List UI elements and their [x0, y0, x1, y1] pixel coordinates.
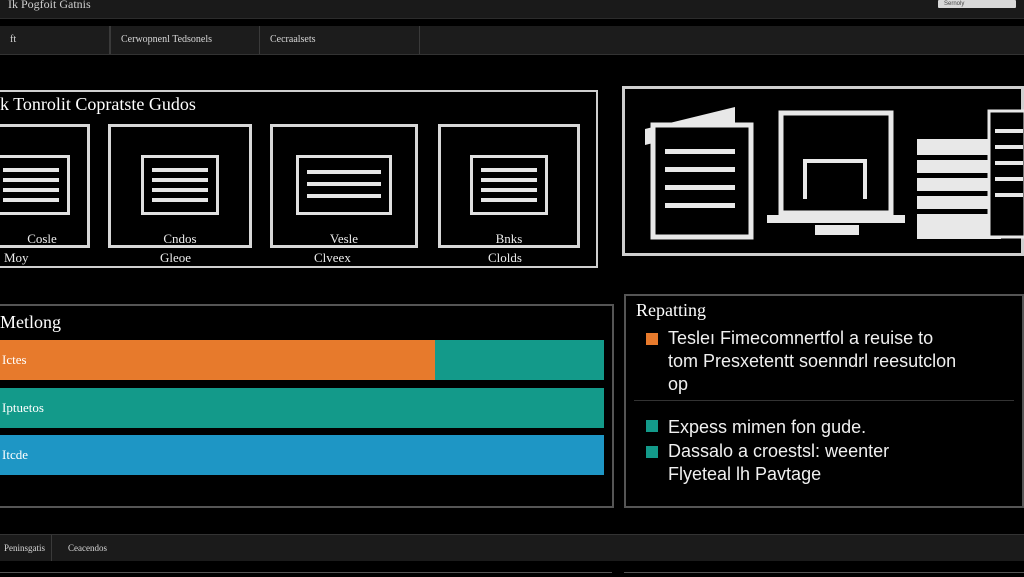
- progress-bar-label: Iptuetos: [2, 400, 44, 415]
- divider: [634, 400, 1014, 401]
- lower-panel-edge: [624, 572, 1024, 577]
- progress-bar-fill: [0, 435, 604, 475]
- guides-panel-title: k Tonrolit Copratste Gudos: [0, 94, 196, 114]
- info-text: Expess mimen fon gude.: [668, 417, 867, 437]
- status-tab-1[interactable]: Peninsgatis: [0, 535, 52, 561]
- title-bar: Ik Pogfoit Gatnis Sernoly: [0, 0, 1024, 19]
- guide-card-label: Vesle: [329, 231, 359, 246]
- legend-swatch: [646, 420, 658, 432]
- document-icon: [470, 155, 548, 215]
- legend-swatch: [646, 333, 658, 345]
- info-text: Tesleı Fimecomnertfol a reuise to: [668, 328, 934, 348]
- status-tab-2[interactable]: Ceacendos: [64, 535, 144, 561]
- tab-1[interactable]: ft: [0, 26, 110, 54]
- progress-bar: Ictes: [0, 340, 604, 380]
- tab-3[interactable]: Cecraalsets: [260, 26, 420, 54]
- lower-panel-edge: [0, 572, 612, 577]
- progress-bar-label: Ictes: [2, 352, 27, 367]
- legend-swatch: [646, 446, 658, 458]
- search-input[interactable]: Sernoly: [938, 0, 1016, 8]
- info-item: Tesleı Fimecomnertfol a reuise to tom Pr…: [668, 327, 956, 396]
- info-text: Flyeteal lh Pavtage: [668, 464, 822, 484]
- info-text: tom Presxetentt soenndrl reesutclon: [668, 351, 957, 371]
- progress-bar-fill: [0, 388, 604, 428]
- document-stack-icon: [645, 107, 754, 240]
- progress-bar: Iptuetos: [0, 388, 604, 428]
- info-item: Dassalo a croestsl: weenter Flyeteal lh …: [668, 440, 889, 486]
- tab-2[interactable]: Cerwopnenl Tedsonels: [110, 26, 260, 54]
- progress-bar-label: Itcde: [2, 447, 28, 462]
- info-text: op: [668, 374, 689, 394]
- guide-card-label: Bnks: [495, 231, 523, 246]
- progress-bar-remaining: [435, 340, 604, 380]
- guide-card-label: Cndos: [163, 231, 197, 246]
- progress-bar-fill: [0, 340, 435, 380]
- guide-card-label: Cosle: [27, 231, 57, 246]
- info-panel-title: Repatting: [636, 300, 706, 320]
- guide-card-1[interactable]: Cosle: [0, 124, 90, 248]
- illustration-panel: [622, 86, 1024, 256]
- app-title: Ik Pogfoit Gatnis: [8, 0, 91, 11]
- document-icon: [141, 155, 219, 215]
- progress-panel-title: Metlong: [0, 312, 61, 332]
- guide-card-3[interactable]: Vesle: [270, 124, 418, 248]
- guide-card-sublabel: Moy: [4, 250, 29, 265]
- illustration-art: [645, 107, 1024, 240]
- status-bar: Peninsgatis Ceacendos: [0, 534, 1024, 561]
- progress-bar: Itcde: [0, 435, 604, 475]
- info-text: Dassalo a croestsl: weenter: [668, 441, 890, 461]
- document-icon: [296, 155, 392, 215]
- guide-card-2[interactable]: Cndos: [108, 124, 252, 248]
- info-item: Expess mimen fon gude.: [668, 416, 866, 439]
- guide-card-sublabel: Clolds: [488, 250, 522, 265]
- database-icon: [917, 109, 1024, 239]
- document-icon: [0, 155, 70, 215]
- guide-card-4[interactable]: Bnks: [438, 124, 580, 248]
- tab-bar: ft Cerwopnenl Tedsonels Cecraalsets: [0, 26, 1024, 55]
- guide-card-sublabel: Gleoe: [160, 250, 192, 265]
- monitor-icon: [767, 110, 905, 235]
- guide-card-sublabel: Clveex: [314, 250, 351, 265]
